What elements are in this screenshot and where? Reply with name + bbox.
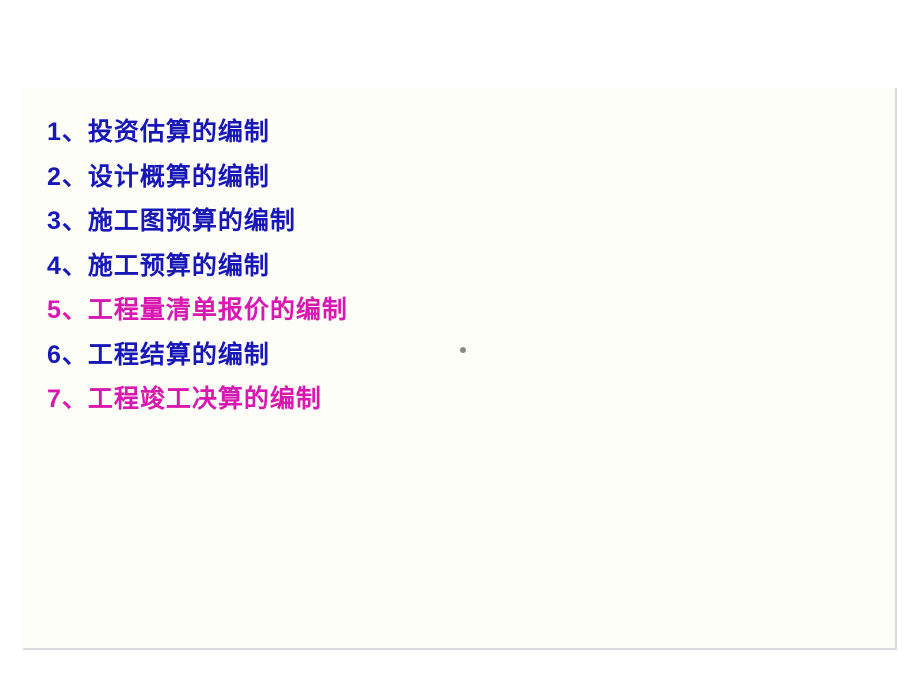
list-item: 5、工程量清单报价的编制: [47, 288, 895, 333]
content-list: 1、投资估算的编制 2、设计概算的编制 3、施工图预算的编制 4、施工预算的编制…: [23, 88, 895, 422]
list-item: 3、施工图预算的编制: [47, 199, 895, 244]
list-item: 2、设计概算的编制: [47, 155, 895, 200]
list-item: 4、施工预算的编制: [47, 244, 895, 289]
center-marker-icon: [460, 347, 466, 353]
list-item: 1、投资估算的编制: [47, 110, 895, 155]
list-item: 6、工程结算的编制: [47, 333, 895, 378]
slide-container: 1、投资估算的编制 2、设计概算的编制 3、施工图预算的编制 4、施工预算的编制…: [23, 88, 897, 650]
list-item: 7、工程竣工决算的编制: [47, 377, 895, 422]
